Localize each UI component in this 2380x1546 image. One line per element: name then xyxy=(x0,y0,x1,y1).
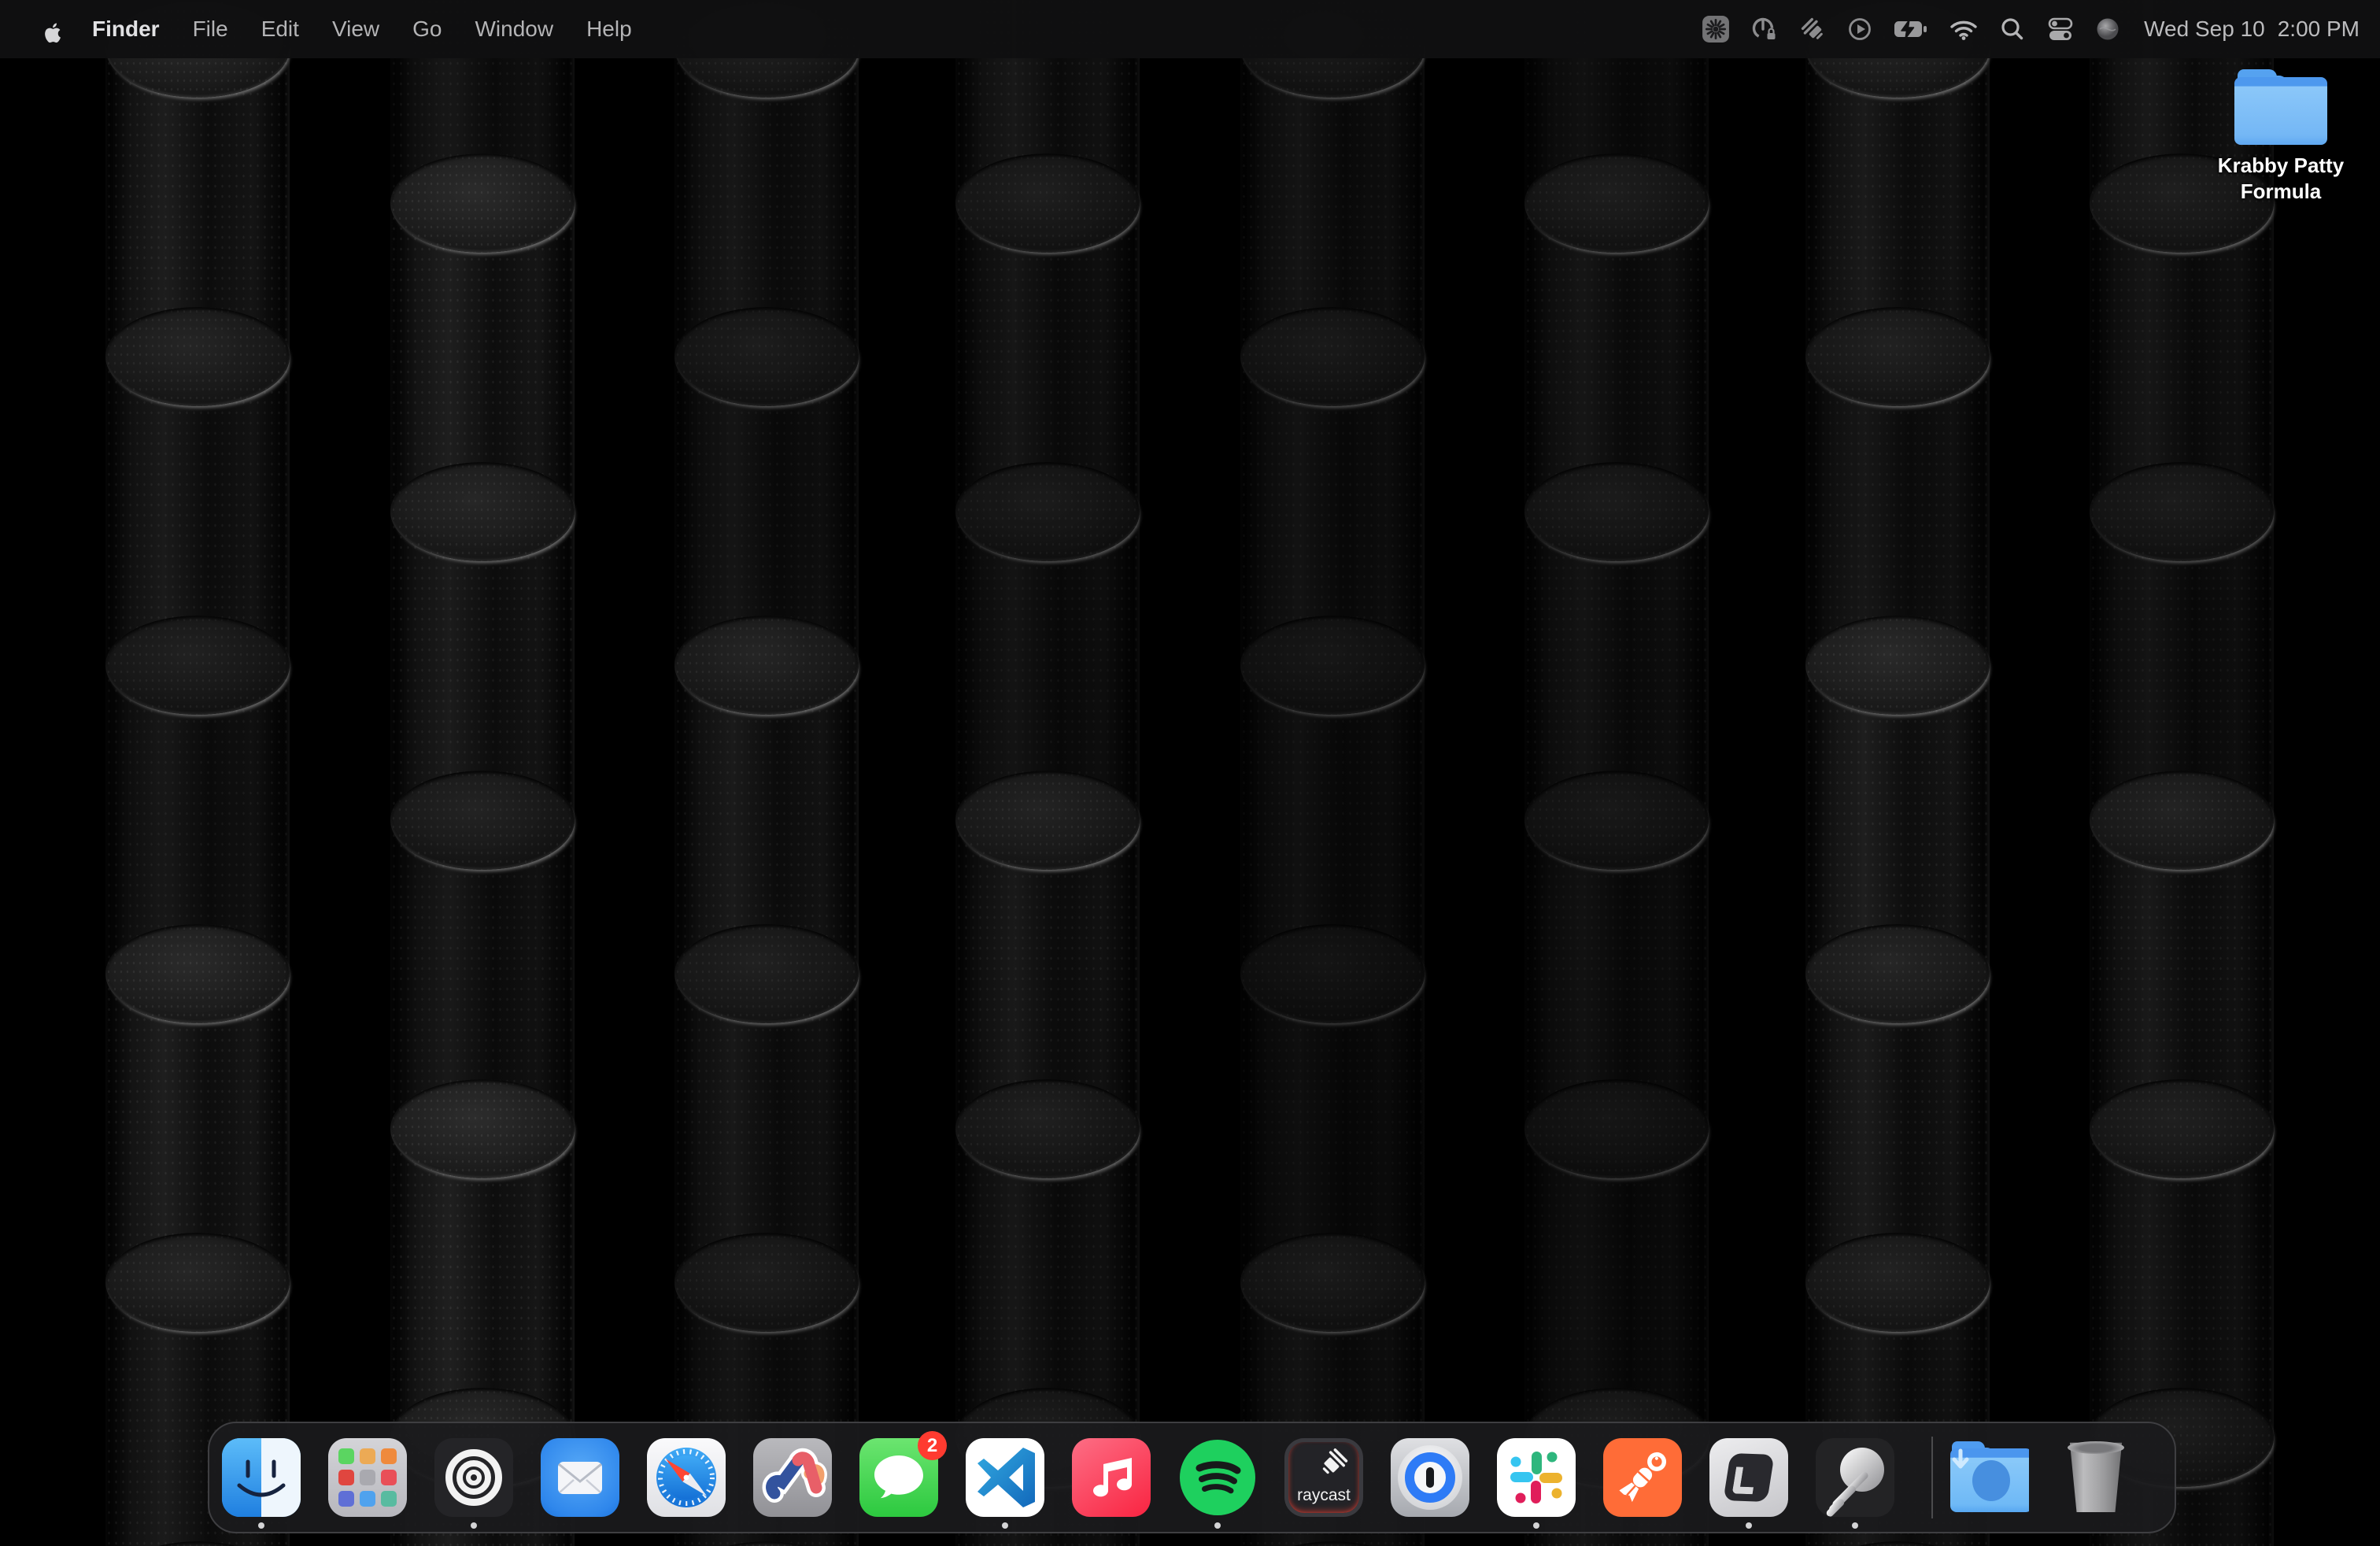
menubar-clock[interactable]: Wed Sep 10 2:00 PM xyxy=(2144,17,2360,42)
dock-launchpad[interactable] xyxy=(328,1438,407,1517)
dock-trash[interactable] xyxy=(2057,1438,2135,1517)
wallpaper-column xyxy=(105,0,290,1546)
menu-bar-status: Wed Sep 10 2:00 PM xyxy=(1681,15,2380,43)
vscode-icon xyxy=(966,1438,1044,1517)
downloads-folder-icon xyxy=(1950,1438,2029,1517)
control-center-icon[interactable] xyxy=(2046,16,2075,43)
running-indicator xyxy=(1214,1522,1221,1529)
wallpaper-column xyxy=(2090,0,2274,1546)
l-tile-icon xyxy=(1709,1438,1788,1517)
menubar-time: 2:00 PM xyxy=(2278,17,2360,42)
menu-view[interactable]: View xyxy=(316,0,396,58)
menu-app-name[interactable]: Finder xyxy=(76,0,176,58)
now-playing-icon[interactable] xyxy=(1846,16,1873,43)
desktop-folder-label: Krabby Patty Formula xyxy=(2204,153,2358,204)
mail-icon xyxy=(541,1438,619,1517)
menu-bar-left: Finder File Edit View Go Window Help xyxy=(0,0,649,58)
menubar-date: Wed Sep 10 xyxy=(2144,17,2265,42)
dock-1password[interactable] xyxy=(1391,1438,1469,1517)
dock-concentric-circles-app[interactable] xyxy=(434,1438,513,1517)
wifi-icon[interactable] xyxy=(1949,17,1979,41)
menu-help[interactable]: Help xyxy=(570,0,649,58)
launchpad-icon xyxy=(328,1438,407,1517)
wallpaper-column xyxy=(390,0,575,1546)
wallpaper-column xyxy=(1240,0,1425,1546)
trash-icon xyxy=(2057,1438,2135,1517)
dock-mail[interactable] xyxy=(541,1438,619,1517)
dock-raycast[interactable]: raycast xyxy=(1284,1438,1363,1517)
concentric-circles-icon xyxy=(434,1438,513,1517)
striped-flag-icon[interactable] xyxy=(1799,16,1826,43)
dock-postman[interactable] xyxy=(1603,1438,1682,1517)
dock-messages[interactable]: 2 xyxy=(859,1438,938,1517)
menu-bar: Finder File Edit View Go Window Help xyxy=(0,0,2380,58)
postman-icon xyxy=(1603,1438,1682,1517)
dock-divider xyxy=(1931,1437,1933,1518)
wallpaper-column xyxy=(674,0,859,1546)
running-indicator xyxy=(1852,1522,1858,1529)
dock: 2 xyxy=(208,1422,2176,1533)
desktop-folder-krabby-patty-formula[interactable]: Krabby Patty Formula xyxy=(2204,69,2358,204)
battery-charging-icon[interactable] xyxy=(1894,17,1928,41)
notification-badge: 2 xyxy=(918,1431,947,1460)
wallpaper-column xyxy=(1805,0,1990,1546)
shottr-icon xyxy=(1816,1438,1894,1517)
spotlight-search-icon[interactable] xyxy=(1999,16,2026,43)
wallpaper-column xyxy=(955,0,1140,1546)
running-indicator xyxy=(1002,1522,1008,1529)
safari-icon xyxy=(647,1438,726,1517)
dock-finder[interactable] xyxy=(222,1438,301,1517)
slack-icon xyxy=(1497,1438,1576,1517)
menu-go[interactable]: Go xyxy=(396,0,458,58)
apple-logo-icon xyxy=(38,15,61,43)
raycast-icon: raycast xyxy=(1284,1438,1363,1517)
starburst-app-icon[interactable] xyxy=(1702,15,1730,43)
raycast-label: raycast xyxy=(1288,1486,1359,1505)
apple-music-icon xyxy=(1072,1438,1151,1517)
running-indicator xyxy=(1533,1522,1539,1529)
menu-file[interactable]: File xyxy=(176,0,245,58)
spotify-icon xyxy=(1178,1438,1257,1517)
dock-l-tile-app[interactable] xyxy=(1709,1438,1788,1517)
dock-slack[interactable] xyxy=(1497,1438,1576,1517)
wallpaper-column xyxy=(1524,0,1709,1546)
dock-safari[interactable] xyxy=(647,1438,726,1517)
dock-music[interactable] xyxy=(1072,1438,1151,1517)
dock-spotify[interactable] xyxy=(1178,1438,1257,1517)
dock-a-logo-app[interactable] xyxy=(753,1438,832,1517)
running-indicator xyxy=(258,1522,264,1529)
menu-window[interactable]: Window xyxy=(458,0,570,58)
onepassword-icon xyxy=(1391,1438,1469,1517)
finder-icon xyxy=(222,1438,301,1517)
menu-edit[interactable]: Edit xyxy=(245,0,316,58)
desktop: Finder File Edit View Go Window Help xyxy=(0,0,2380,1546)
running-indicator xyxy=(1746,1522,1752,1529)
folder-icon xyxy=(2234,69,2327,145)
running-indicator xyxy=(471,1522,477,1529)
orb-icon[interactable] xyxy=(2095,17,2120,42)
dock-vscode[interactable] xyxy=(966,1438,1044,1517)
dock-shottr[interactable] xyxy=(1816,1438,1894,1517)
wallpaper xyxy=(0,0,2380,1546)
dock-downloads[interactable] xyxy=(1950,1438,2029,1517)
apple-menu[interactable] xyxy=(27,15,76,43)
a-logo-icon xyxy=(753,1438,832,1517)
power-lock-icon[interactable] xyxy=(1750,15,1779,43)
